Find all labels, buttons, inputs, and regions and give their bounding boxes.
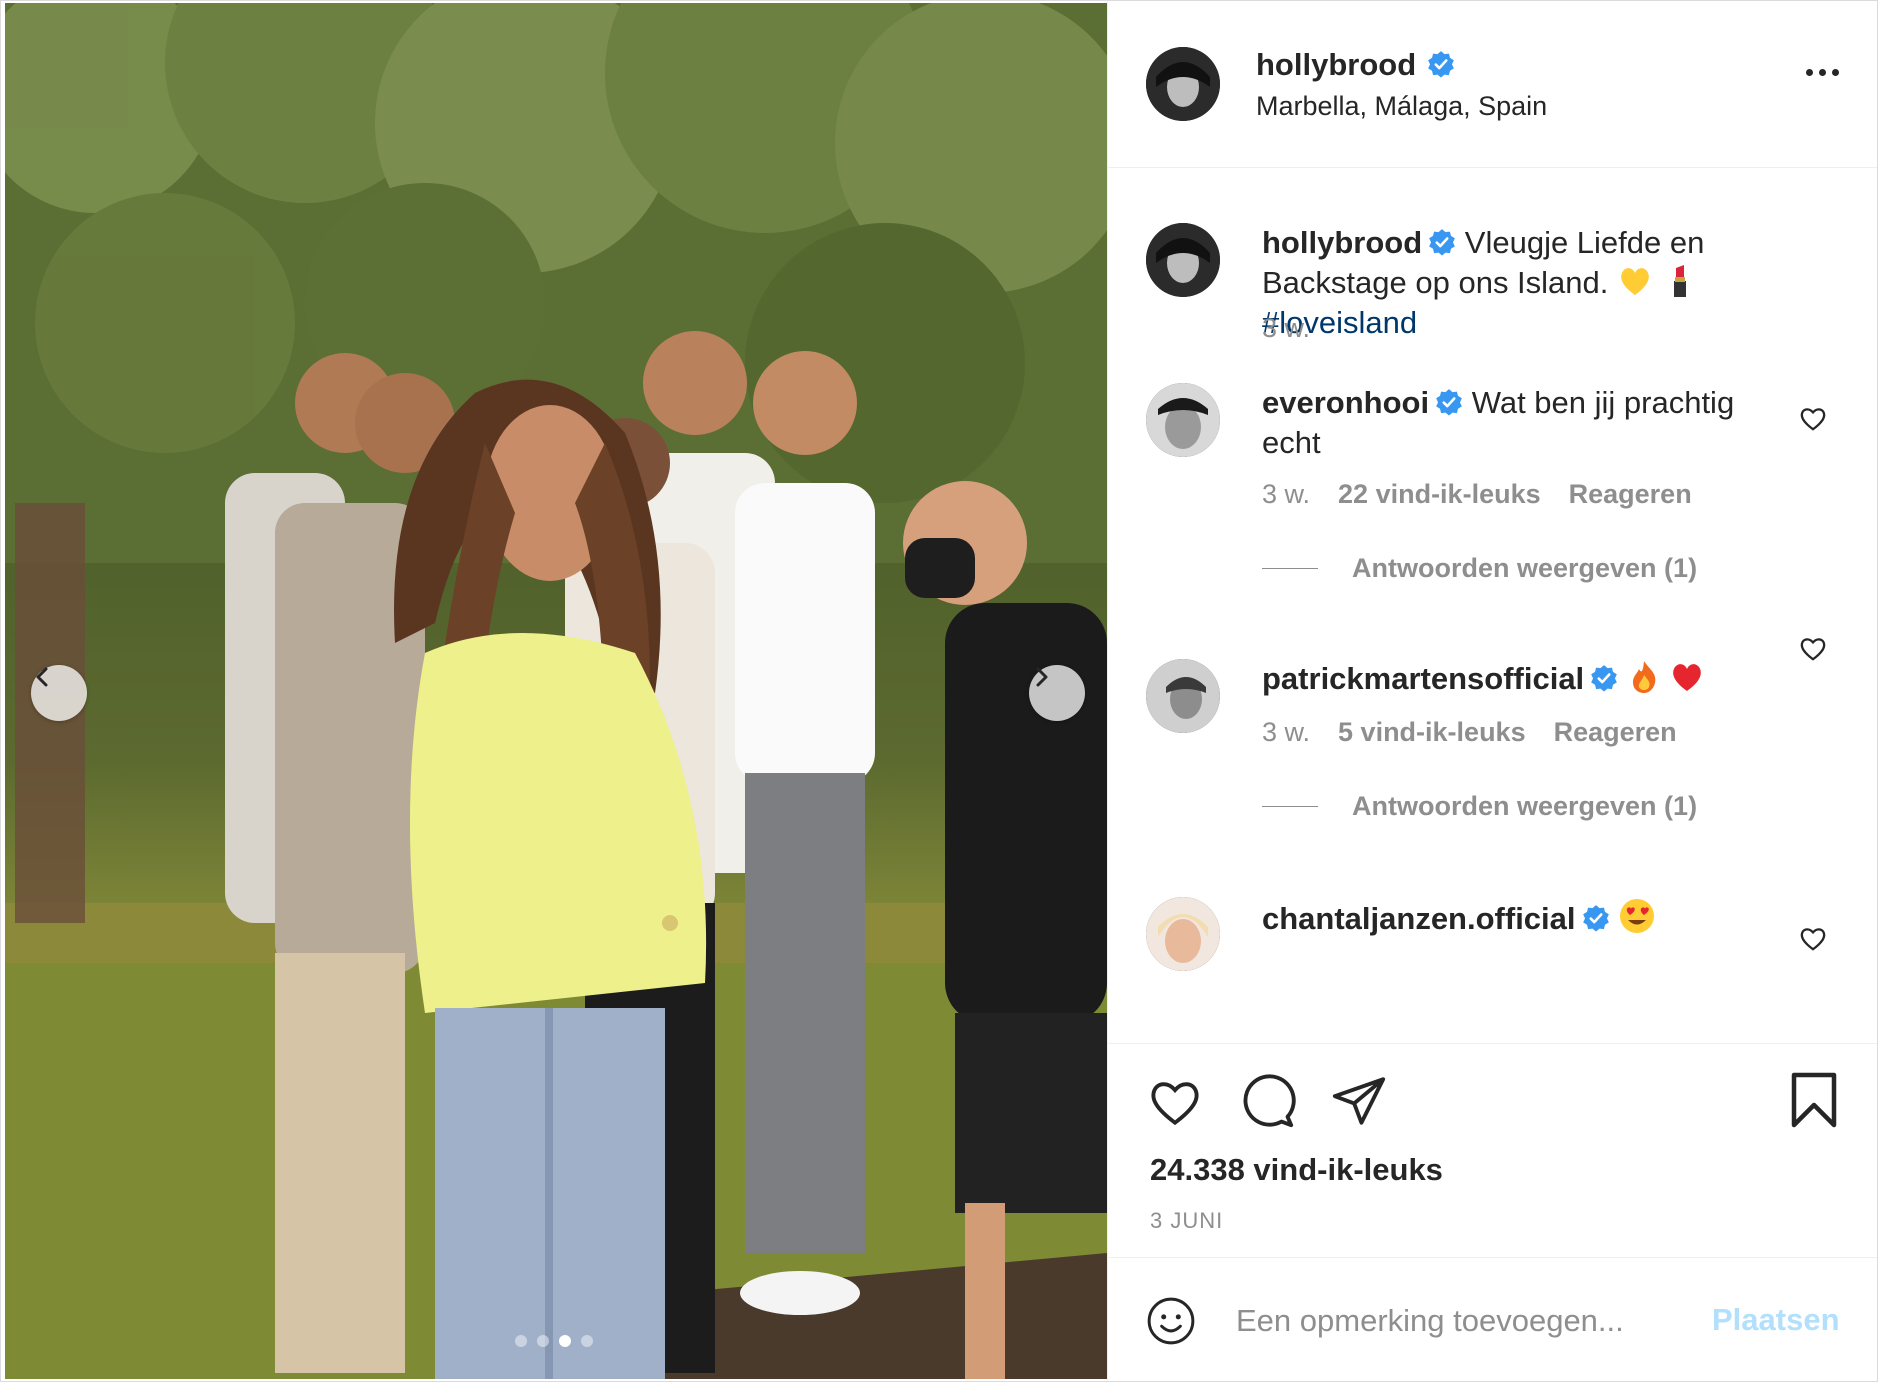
avatar-image	[1146, 897, 1220, 971]
comment-username[interactable]: patrickmartensofficial	[1262, 661, 1584, 696]
caption-avatar[interactable]	[1146, 223, 1220, 297]
replies-divider	[1262, 568, 1318, 569]
comment-text: patrickmartensofficial	[1262, 659, 1782, 699]
reply-button[interactable]: Reageren	[1554, 717, 1677, 748]
commenter-avatar[interactable]	[1146, 897, 1220, 971]
comment-text: everonhooi Wat ben jij prachtig echt	[1262, 383, 1762, 463]
dot-icon	[1806, 69, 1813, 76]
like-comment-heart-icon[interactable]	[1798, 403, 1828, 433]
dot-icon	[1832, 69, 1839, 76]
like-count[interactable]: 24.338 vind-ik-leuks	[1150, 1152, 1443, 1188]
avatar-image	[1146, 223, 1220, 297]
avatar-image	[1146, 383, 1220, 457]
like-comment-heart-icon[interactable]	[1798, 633, 1828, 663]
avatar-image	[1146, 659, 1220, 733]
carousel-dot-active	[559, 1335, 571, 1347]
like-comment-heart-icon[interactable]	[1798, 923, 1828, 953]
yellow-heart-emoji-icon	[1621, 268, 1649, 295]
like-heart-icon[interactable]	[1146, 1072, 1204, 1130]
photo-illustration	[5, 3, 1107, 1379]
dot-icon	[1819, 69, 1826, 76]
comment-text: chantaljanzen.official	[1262, 897, 1782, 939]
verified-badge-icon	[1582, 905, 1609, 932]
commenter-avatar[interactable]	[1146, 383, 1220, 457]
carousel-indicator	[515, 1335, 593, 1347]
post-photo[interactable]	[5, 3, 1107, 1379]
view-replies-button[interactable]: Antwoorden weergeven (1)	[1262, 553, 1697, 584]
reply-button[interactable]: Reageren	[1569, 479, 1692, 510]
comment-likes-link[interactable]: 22 vind-ik-leuks	[1338, 479, 1541, 510]
view-replies-button[interactable]: Antwoorden weergeven (1)	[1262, 791, 1697, 822]
red-heart-emoji-icon	[1673, 664, 1702, 691]
post-location[interactable]: Marbella, Málaga, Spain	[1256, 91, 1547, 122]
comment-input[interactable]	[1234, 1292, 1678, 1350]
post-actions: 24.338 vind-ik-leuks 3 JUNI	[1108, 1043, 1877, 1258]
caption-text: hollybrood Vleugje Liefde en Backstage o…	[1262, 223, 1762, 343]
comment-username[interactable]: chantaljanzen.official	[1262, 901, 1576, 936]
comment-username[interactable]: everonhooi	[1262, 385, 1429, 420]
fire-emoji-icon	[1632, 661, 1656, 693]
verified-badge-icon	[1591, 665, 1618, 692]
caption-time: 3 w.	[1262, 313, 1311, 343]
add-comment-bar: Plaatsen	[1108, 1257, 1877, 1381]
avatar-image	[1146, 47, 1220, 121]
replies-divider	[1262, 806, 1318, 807]
post-comment-button[interactable]: Plaatsen	[1712, 1302, 1840, 1338]
commenter-avatar[interactable]	[1146, 659, 1220, 733]
instagram-post: hollybrood Marbella, Málaga, Spain holly…	[0, 0, 1878, 1382]
save-bookmark-icon[interactable]	[1788, 1070, 1840, 1130]
post-details-panel: hollybrood Marbella, Málaga, Spain holly…	[1107, 1, 1877, 1381]
author-username[interactable]: hollybrood	[1256, 47, 1416, 82]
comment-time: 3 w.	[1262, 717, 1311, 747]
author-avatar[interactable]	[1146, 47, 1220, 121]
comment-meta: 3 w. 22 vind-ik-leuks Reageren	[1262, 479, 1692, 510]
comment-bubble-icon[interactable]	[1238, 1072, 1296, 1130]
next-slide-button[interactable]	[1029, 665, 1085, 721]
carousel-dot	[515, 1335, 527, 1347]
caption-username[interactable]: hollybrood	[1262, 225, 1422, 260]
more-options-button[interactable]	[1806, 69, 1839, 76]
heart-eyes-emoji-icon	[1620, 899, 1655, 933]
verified-badge-icon	[1436, 389, 1462, 416]
comment-likes-link[interactable]: 5 vind-ik-leuks	[1338, 717, 1526, 748]
verified-badge-icon	[1427, 51, 1454, 78]
caption-meta: 3 w.	[1262, 313, 1310, 344]
chevron-right-icon	[1036, 667, 1048, 687]
view-replies-label: Antwoorden weergeven (1)	[1352, 553, 1698, 583]
chevron-left-icon	[36, 667, 48, 687]
comment-meta: 3 w. 5 vind-ik-leuks Reageren	[1262, 717, 1677, 748]
emoji-smiley-icon[interactable]	[1146, 1296, 1196, 1346]
comments-list[interactable]: hollybrood Vleugje Liefde en Backstage o…	[1108, 167, 1877, 1043]
verified-badge-icon	[1429, 229, 1455, 256]
post-header: hollybrood Marbella, Málaga, Spain	[1108, 1, 1877, 168]
share-paper-plane-icon[interactable]	[1330, 1072, 1388, 1130]
post-date[interactable]: 3 JUNI	[1150, 1208, 1223, 1234]
view-replies-label: Antwoorden weergeven (1)	[1352, 791, 1698, 821]
carousel-dot	[537, 1335, 549, 1347]
lipstick-emoji-icon	[1673, 265, 1686, 297]
comment-time: 3 w.	[1262, 479, 1311, 509]
carousel-dot	[581, 1335, 593, 1347]
previous-slide-button[interactable]	[31, 665, 87, 721]
